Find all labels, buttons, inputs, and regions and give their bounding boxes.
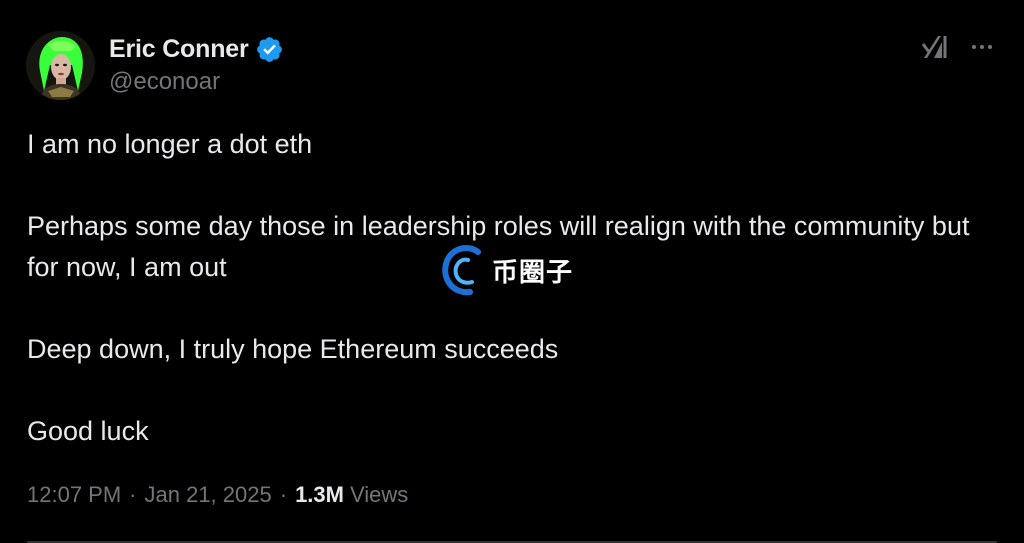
views-count[interactable]: 1.3M [295,482,344,508]
header-actions [920,32,994,62]
avatar[interactable] [26,31,95,100]
tweet-text: I am no longer a dot eth Perhaps some da… [27,124,987,452]
handle[interactable]: @econoar [109,68,284,96]
tweet-paragraph: Good luck [27,416,149,446]
grok-icon[interactable] [920,32,950,62]
meta-separator: · [129,482,137,507]
meta-separator: · [279,482,288,507]
tweet-paragraph: Deep down, I truly hope Ethereum succeed… [27,334,559,364]
tweet-paragraph: Perhaps some day those in leadership rol… [27,211,970,282]
more-options-icon[interactable] [970,32,994,62]
author-block: Eric Conner @econoar [109,32,284,96]
display-name-row: Eric Conner [109,32,284,66]
views-label: Views [349,482,409,507]
avatar-image [26,31,95,100]
verified-badge-icon [255,35,284,64]
tweet-time[interactable]: 12:07 PM [27,482,121,508]
tweet-date[interactable]: Jan 21, 2025 [145,482,272,508]
tweet-paragraph: I am no longer a dot eth [27,129,313,159]
display-name[interactable]: Eric Conner [109,35,249,64]
tweet-meta: 12:07 PM · Jan 21, 2025 · 1.3M Views [27,482,408,508]
tweet-card: Eric Conner @econoar I am no longer a do… [0,0,1024,543]
